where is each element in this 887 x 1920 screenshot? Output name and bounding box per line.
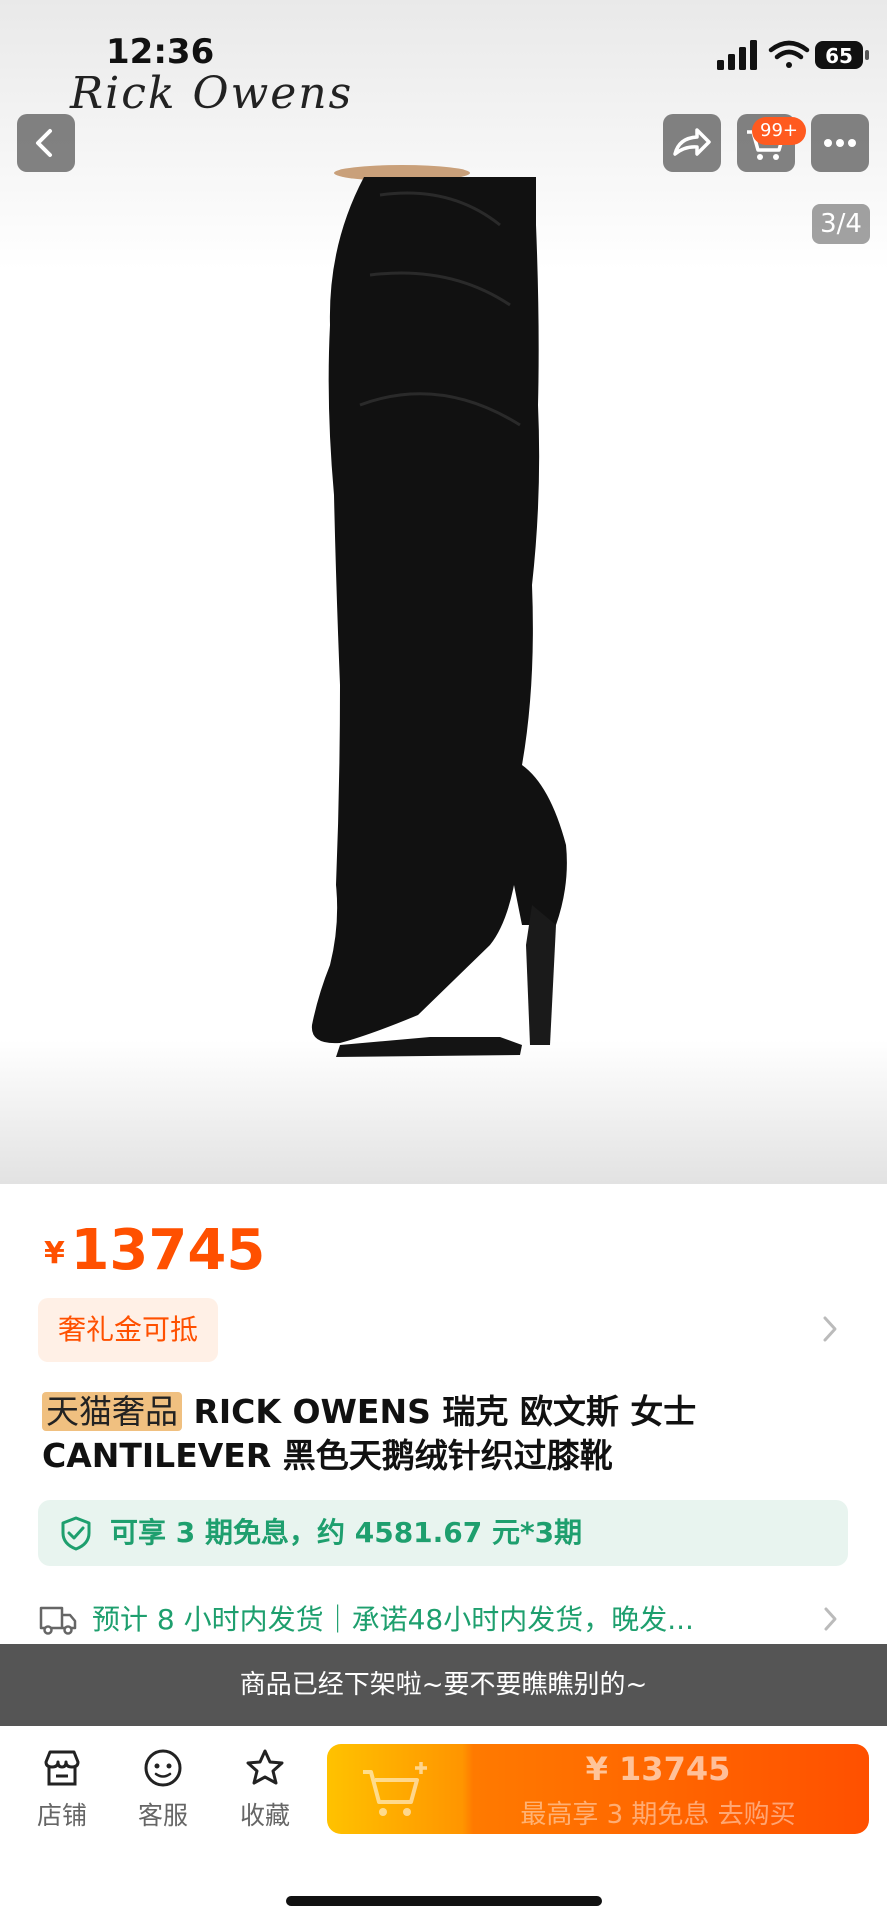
home-indicator [286, 1896, 602, 1906]
chevron-right-icon [824, 1607, 837, 1631]
favorite-tab[interactable]: 收藏 [225, 1746, 305, 1832]
share-button[interactable] [663, 114, 721, 172]
price-amount: 13745 [70, 1218, 266, 1283]
tmall-luxury-badge: 天猫奢品 [42, 1392, 182, 1431]
customer-service-tab[interactable]: 客服 [123, 1746, 203, 1832]
status-time: 12:36 [106, 32, 215, 72]
star-icon [246, 1749, 284, 1785]
promo-tag[interactable]: 奢礼金可抵 [38, 1298, 219, 1362]
store-icon [44, 1750, 80, 1786]
signal-icon [717, 40, 757, 70]
buy-button[interactable]: ¥ 13745 最高享 3 期免息 去购买 [327, 1744, 869, 1834]
product-photo [311, 165, 567, 1057]
favorite-label: 收藏 [239, 1801, 290, 1830]
shipping-row[interactable]: 预计 8 小时内发货｜承诺48小时内发货，晚发... [38, 1594, 848, 1644]
currency-symbol: ¥ [44, 1236, 65, 1271]
buy-subtext: 最高享 3 期免息 去购买 [520, 1800, 796, 1830]
store-tab[interactable]: 店铺 [22, 1746, 102, 1832]
product-title: 天猫奢品 RICK OWENS 瑞克 欧文斯 女士 CANTILEVER 黑色天… [42, 1390, 842, 1478]
share-icon [673, 128, 711, 156]
battery-icon: 65 [815, 41, 869, 69]
cart-count-badge: 99+ [752, 117, 806, 145]
installment-banner[interactable]: 可享 3 期免息，约 4581.67 元*3期 [38, 1500, 848, 1566]
more-button[interactable] [811, 114, 869, 172]
price: ¥ 13745 [44, 1218, 265, 1283]
back-button[interactable] [17, 114, 75, 172]
shipping-text: 预计 8 小时内发货｜承诺48小时内发货，晚发... [92, 1603, 694, 1636]
product-image-gallery[interactable]: 12:36 65 Rick Owens 99+ 3/4 [0, 0, 887, 1184]
service-label: 客服 [137, 1801, 188, 1830]
add-to-cart-icon [363, 1762, 427, 1816]
chevron-left-icon [36, 129, 52, 157]
more-dots-icon [824, 139, 856, 147]
svg-text:65: 65 [825, 44, 853, 68]
store-label: 店铺 [36, 1801, 87, 1830]
bottom-action-bar: 店铺 客服 收藏 ¥ 13745 最高享 3 期免息 去购买 [0, 1726, 887, 1920]
brand-logo: Rick Owens [70, 68, 354, 119]
chevron-right-icon[interactable] [815, 1312, 845, 1346]
customer-service-icon [144, 1749, 182, 1787]
truck-icon [39, 1606, 77, 1635]
shield-check-icon [61, 1516, 91, 1551]
installment-text: 可享 3 期免息，约 4581.67 元*3期 [110, 1516, 583, 1549]
wifi-icon [768, 40, 810, 68]
image-page-indicator: 3/4 [812, 204, 870, 244]
delisted-toast: 商品已经下架啦~要不要瞧瞧别的~ [0, 1644, 887, 1726]
status-icons: 65 [717, 40, 869, 70]
buy-price: ¥ 13745 [585, 1750, 731, 1788]
